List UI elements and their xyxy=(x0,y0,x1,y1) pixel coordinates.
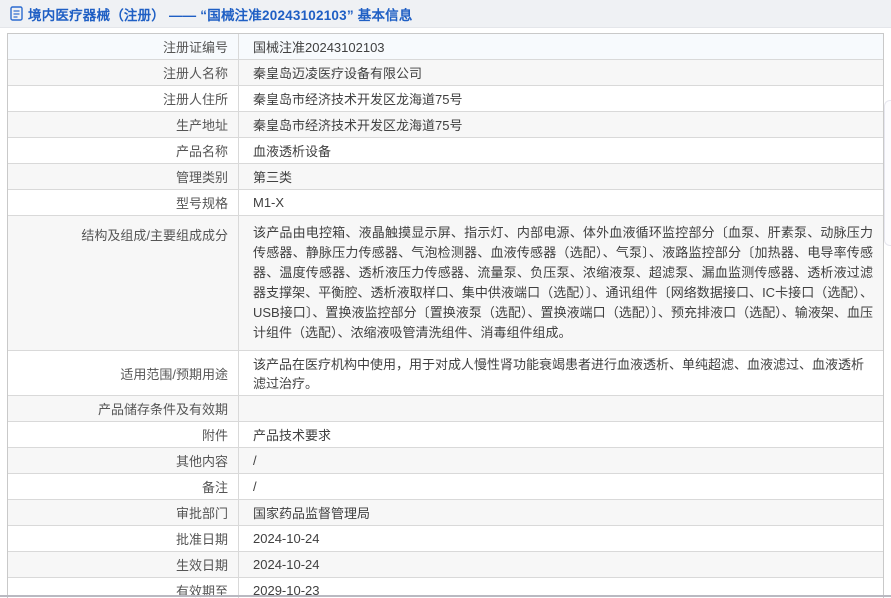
row-value: 秦皇岛市经济技术开发区龙海道75号 xyxy=(253,118,463,133)
table-row-attachment: 附件 产品技术要求 xyxy=(8,421,883,447)
row-value: / xyxy=(253,479,257,494)
row-value: 该产品在医疗机构中使用，用于对成人慢性肾功能衰竭患者进行血液透析、单纯超滤、血液… xyxy=(253,357,865,391)
table-row-effective-date: 生效日期 2024-10-24 xyxy=(8,551,883,577)
row-label: 管理类别 xyxy=(8,164,239,189)
row-label: 注册证编号 xyxy=(8,34,239,59)
row-value: 国家药品监督管理局 xyxy=(253,506,371,521)
row-label: 批准日期 xyxy=(8,526,239,551)
row-label: 审批部门 xyxy=(8,500,239,525)
row-label: 备注 xyxy=(8,474,239,499)
row-value: 秦皇岛迈凌医疗设备有限公司 xyxy=(253,66,423,81)
row-value: 2024-10-24 xyxy=(253,557,320,572)
row-value: 该产品由电控箱、液晶触摸显示屏、指示灯、内部电源、体外血液循环监控部分〔血泵、肝… xyxy=(253,225,873,340)
table-row-other-content: 其他内容 / xyxy=(8,447,883,473)
row-label: 适用范围/预期用途 xyxy=(8,351,239,395)
document-icon xyxy=(10,6,23,21)
row-value: 2024-10-24 xyxy=(253,531,320,546)
row-value: 血液透析设备 xyxy=(253,144,332,159)
page-bottom-border xyxy=(0,595,891,597)
row-value: 国械注准20243102103 xyxy=(253,40,385,55)
row-label: 附件 xyxy=(8,422,239,447)
row-label: 注册人住所 xyxy=(8,86,239,111)
row-label: 型号规格 xyxy=(8,190,239,215)
breadcrumb-bar: 境内医疗器械（注册） —— “国械注准20243102103” 基本信息 xyxy=(0,0,891,28)
table-row-approval-department: 审批部门 国家药品监督管理局 xyxy=(8,499,883,525)
row-value xyxy=(239,396,883,421)
table-row-remarks: 备注 / xyxy=(8,473,883,499)
row-label: 产品名称 xyxy=(8,138,239,163)
registration-info-table: 注册证编号 国械注准20243102103 注册人名称 秦皇岛迈凌医疗设备有限公… xyxy=(7,33,884,598)
row-value: 产品技术要求 xyxy=(253,428,332,443)
table-row-intended-use: 适用范围/预期用途 该产品在医疗机构中使用，用于对成人慢性肾功能衰竭患者进行血液… xyxy=(8,350,883,395)
row-value: 秦皇岛市经济技术开发区龙海道75号 xyxy=(253,92,463,107)
row-value: / xyxy=(253,453,257,468)
row-label: 生效日期 xyxy=(8,552,239,577)
row-label: 生产地址 xyxy=(8,112,239,137)
breadcrumb: 境内医疗器械（注册） —— “国械注准20243102103” 基本信息 xyxy=(28,7,413,23)
table-row-registration-number: 注册证编号 国械注准20243102103 xyxy=(8,34,883,59)
table-row-approval-date: 批准日期 2024-10-24 xyxy=(8,525,883,551)
table-row-production-address: 生产地址 秦皇岛市经济技术开发区龙海道75号 xyxy=(8,111,883,137)
table-row-structure-composition: 结构及组成/主要组成成分 该产品由电控箱、液晶触摸显示屏、指示灯、内部电源、体外… xyxy=(8,215,883,350)
row-label: 其他内容 xyxy=(8,448,239,473)
row-label: 结构及组成/主要组成成分 xyxy=(8,216,239,350)
table-row-model-spec: 型号规格 M1-X xyxy=(8,189,883,215)
row-value: M1-X xyxy=(253,195,285,210)
row-label: 注册人名称 xyxy=(8,60,239,85)
table-row-registrant-address: 注册人住所 秦皇岛市经济技术开发区龙海道75号 xyxy=(8,85,883,111)
table-row-storage-conditions: 产品储存条件及有效期 xyxy=(8,395,883,421)
row-value: 第三类 xyxy=(253,170,293,185)
collapsed-side-widget[interactable] xyxy=(884,100,891,246)
table-row-registrant-name: 注册人名称 秦皇岛迈凌医疗设备有限公司 xyxy=(8,59,883,85)
row-label: 产品储存条件及有效期 xyxy=(8,396,239,421)
table-row-product-name: 产品名称 血液透析设备 xyxy=(8,137,883,163)
table-row-management-category: 管理类别 第三类 xyxy=(8,163,883,189)
